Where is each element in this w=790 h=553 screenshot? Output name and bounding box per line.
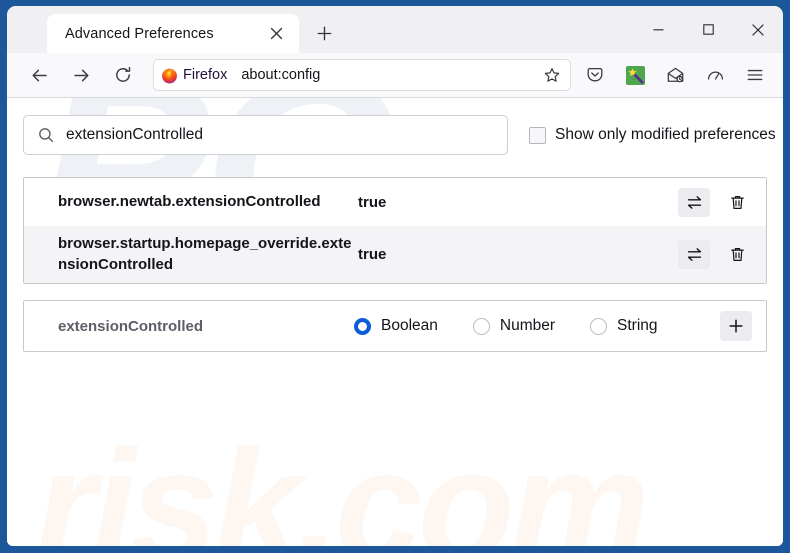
show-modified-toggle[interactable]: Show only modified preferences — [529, 126, 776, 144]
reload-icon[interactable] — [105, 58, 141, 92]
maximize-icon[interactable] — [683, 6, 733, 53]
delete-button[interactable] — [722, 188, 752, 217]
window-frame: Advanced Preferences Firefox about:confi… — [0, 0, 790, 553]
identity-badge: Firefox — [157, 64, 236, 86]
sync-icon[interactable] — [695, 58, 735, 92]
add-preference-row: extensionControlled Boolean Number Strin… — [24, 301, 766, 351]
type-label-string: String — [617, 317, 658, 335]
tab-title: Advanced Preferences — [65, 25, 214, 42]
close-icon[interactable] — [263, 21, 289, 47]
search-row: Show only modified preferences — [23, 115, 776, 155]
table-row[interactable]: browser.startup.homepage_override.extens… — [24, 226, 766, 284]
url-text[interactable]: about:config — [237, 67, 538, 83]
toggle-button[interactable] — [678, 187, 710, 217]
bookmark-star-icon[interactable] — [538, 62, 566, 88]
page-content: PC risk.com — [7, 98, 783, 546]
browser-tab[interactable]: Advanced Preferences — [47, 14, 299, 53]
type-option-boolean[interactable]: Boolean — [354, 317, 438, 335]
window-controls — [633, 6, 783, 53]
new-preference-name: extensionControlled — [58, 317, 204, 335]
search-input[interactable] — [54, 126, 497, 144]
forward-arrow-icon[interactable] — [63, 58, 99, 92]
extension-icon-badge — [625, 65, 645, 85]
radio-boolean[interactable] — [354, 317, 371, 335]
show-modified-checkbox[interactable] — [529, 126, 546, 144]
tab-strip: Advanced Preferences — [7, 6, 783, 53]
type-options: Boolean Number String — [354, 317, 720, 335]
type-label-boolean: Boolean — [381, 317, 438, 335]
radio-number[interactable] — [472, 317, 490, 335]
back-arrow-icon[interactable] — [21, 58, 57, 92]
url-bar[interactable]: Firefox about:config — [153, 59, 571, 91]
search-box[interactable] — [23, 115, 508, 155]
mail-icon[interactable] — [655, 58, 695, 92]
close-window-icon[interactable] — [733, 6, 783, 53]
extension-icon[interactable] — [615, 58, 655, 92]
delete-button[interactable] — [722, 240, 752, 269]
preferences-table: browser.newtab.extensionControlled true — [23, 177, 767, 285]
type-option-number[interactable]: Number — [472, 317, 556, 335]
type-option-string[interactable]: String — [590, 317, 658, 335]
about-config-page: Show only modified preferences browser.n… — [7, 98, 783, 353]
firefox-logo-icon — [162, 68, 177, 83]
add-preference-panel: extensionControlled Boolean Number Strin… — [23, 300, 767, 353]
menu-icon[interactable] — [735, 58, 775, 92]
identity-label: Firefox — [183, 67, 228, 83]
table-row[interactable]: browser.newtab.extensionControlled true — [24, 178, 766, 226]
add-button[interactable] — [720, 311, 752, 342]
preference-name: browser.startup.homepage_override.extens… — [58, 235, 352, 273]
type-label-number: Number — [499, 317, 556, 335]
minimize-icon[interactable] — [633, 6, 683, 53]
radio-string[interactable] — [590, 317, 608, 335]
search-icon — [38, 127, 54, 143]
row-actions — [678, 187, 752, 217]
preference-value: true — [358, 193, 387, 211]
pocket-icon[interactable] — [575, 58, 615, 92]
row-actions — [678, 240, 752, 270]
toolbar-icon-group — [571, 58, 775, 92]
navigation-toolbar: Firefox about:config — [7, 53, 783, 98]
preference-name: browser.newtab.extensionControlled — [58, 192, 321, 210]
browser-window: Advanced Preferences Firefox about:confi… — [7, 6, 783, 546]
show-modified-label: Show only modified preferences — [555, 126, 776, 143]
preference-value: true — [358, 246, 387, 264]
tab-strip-left-padding — [7, 6, 47, 53]
watermark-bottom-text: risk.com — [35, 418, 650, 546]
new-tab-icon[interactable] — [307, 16, 341, 50]
toggle-button[interactable] — [678, 240, 710, 270]
